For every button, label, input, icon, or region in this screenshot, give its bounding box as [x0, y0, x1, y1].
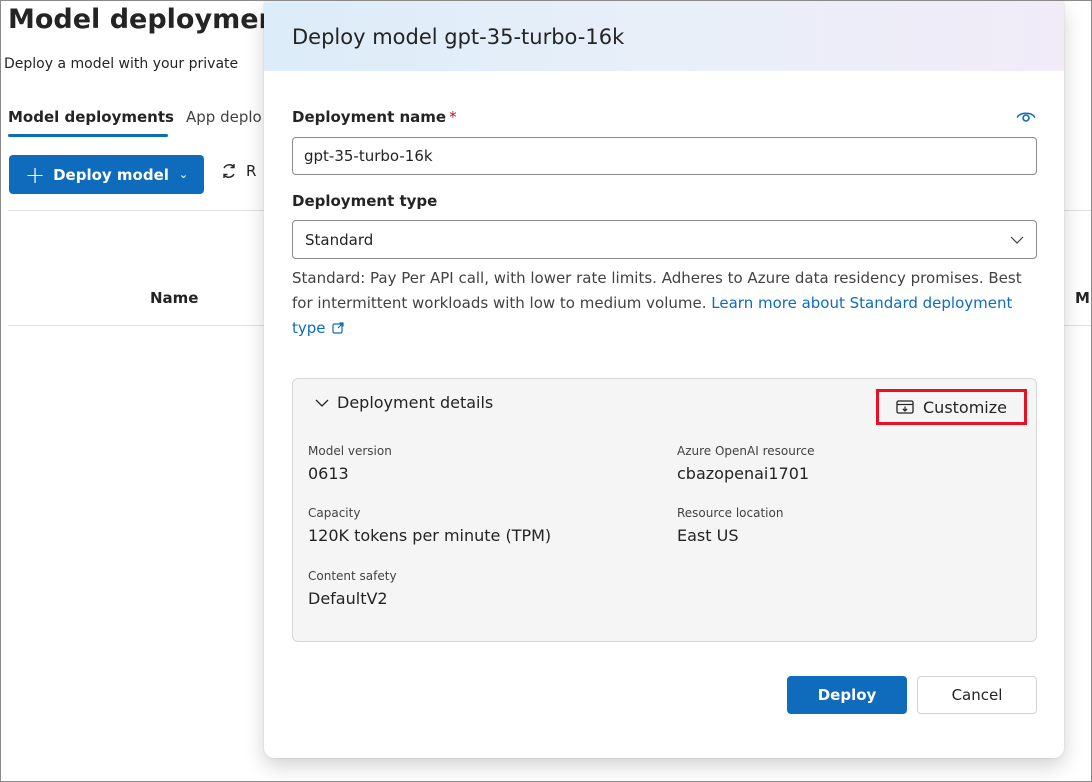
page-title: Model deployment	[8, 4, 291, 35]
deployment-name-label-text: Deployment name	[292, 108, 447, 126]
tab-app-deployments[interactable]: App deplo	[186, 108, 262, 126]
refresh-icon	[223, 164, 235, 178]
deployment-type-value: Standard	[305, 230, 374, 249]
deploy-model-dialog: Deploy model gpt-35-turbo-16k Deployment…	[264, 2, 1064, 758]
deployment-details-label: Deployment details	[337, 393, 494, 412]
customize-icon	[896, 400, 914, 414]
customize-highlight-box: Customize	[876, 389, 1027, 425]
deploy-model-button[interactable]: + Deploy model ⌄	[9, 155, 204, 194]
deploy-button[interactable]: Deploy	[787, 676, 907, 714]
capacity-label: Capacity	[308, 506, 361, 520]
deployment-name-input[interactable]	[292, 137, 1037, 175]
customize-label: Customize	[923, 397, 1007, 417]
required-indicator: *	[449, 108, 457, 126]
page-subtitle: Deploy a model with your private	[4, 56, 239, 72]
capacity-value: 120K tokens per minute (TPM)	[308, 526, 552, 545]
cancel-button[interactable]: Cancel	[917, 676, 1037, 714]
customize-button[interactable]: Customize	[882, 395, 1021, 419]
open-external-icon	[331, 322, 344, 334]
dialog-header: Deploy model gpt-35-turbo-16k	[264, 2, 1064, 71]
deployment-details-card: Deployment details Customize Model versi…	[292, 378, 1037, 642]
column-header-name[interactable]: Name	[150, 289, 198, 307]
deployment-type-label: Deployment type	[292, 192, 438, 210]
refresh-button[interactable]: R	[220, 162, 256, 180]
deploy-model-label: Deploy model	[53, 165, 169, 184]
azure-resource-label: Azure OpenAI resource	[677, 444, 815, 458]
refresh-label: R	[246, 162, 257, 180]
column-header-model[interactable]: M	[1075, 289, 1090, 307]
resource-location-label: Resource location	[677, 506, 784, 520]
tab-model-deployments[interactable]: Model deployments	[8, 108, 174, 126]
content-safety-value: DefaultV2	[308, 589, 388, 608]
chevron-down-icon	[315, 399, 329, 407]
model-version-label: Model version	[308, 444, 392, 458]
chevron-down-icon: ⌄	[178, 168, 189, 181]
eye-icon[interactable]	[1016, 110, 1036, 124]
resource-location-value: East US	[677, 526, 739, 545]
deployment-name-label: Deployment name *	[292, 108, 457, 126]
dialog-title: Deploy model gpt-35-turbo-16k	[292, 24, 625, 49]
deployment-type-select[interactable]: Standard	[292, 220, 1037, 259]
azure-resource-value: cbazopenai1701	[677, 464, 810, 483]
plus-icon: +	[25, 160, 46, 189]
deployment-type-description: Standard: Pay Per API call, with lower r…	[292, 266, 1042, 341]
content-safety-label: Content safety	[308, 569, 397, 583]
chevron-down-icon	[1010, 236, 1024, 244]
deployment-details-toggle[interactable]: Deployment details	[315, 393, 493, 412]
active-tab-indicator	[8, 134, 168, 137]
model-version-value: 0613	[308, 464, 349, 483]
